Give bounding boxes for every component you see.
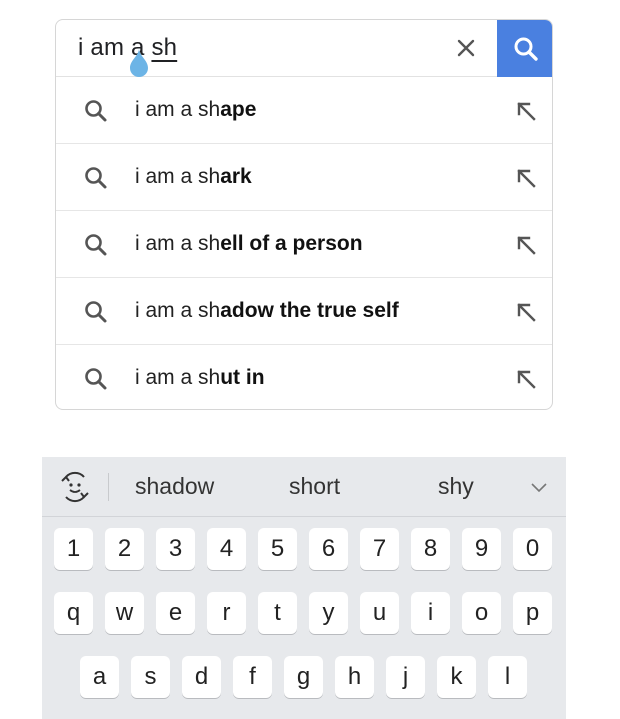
key[interactable]: j bbox=[386, 656, 425, 698]
key[interactable]: t bbox=[258, 592, 297, 634]
suggestion-completion: ark bbox=[220, 165, 252, 188]
key[interactable]: e bbox=[156, 592, 195, 634]
key[interactable]: 1 bbox=[54, 528, 93, 570]
suggestion-completion: ell of a person bbox=[220, 232, 363, 255]
suggestion-item[interactable]: i am a shell of a person bbox=[56, 211, 552, 278]
suggestion-text: i am a shark bbox=[135, 165, 252, 189]
key[interactable]: p bbox=[513, 592, 552, 634]
key[interactable]: d bbox=[182, 656, 221, 698]
key[interactable]: s bbox=[131, 656, 170, 698]
key[interactable]: 6 bbox=[309, 528, 348, 570]
keyboard-suggestion-bar: shadow short shy bbox=[42, 457, 566, 517]
key[interactable]: f bbox=[233, 656, 272, 698]
magnifier-icon bbox=[85, 234, 107, 256]
key[interactable]: 3 bbox=[156, 528, 195, 570]
on-screen-keyboard: shadow short shy 1234567890 qwertyuiop asd… bbox=[42, 457, 566, 719]
key[interactable]: l bbox=[488, 656, 527, 698]
divider bbox=[108, 473, 109, 501]
key[interactable]: w bbox=[105, 592, 144, 634]
key[interactable]: a bbox=[80, 656, 119, 698]
key[interactable]: 2 bbox=[105, 528, 144, 570]
suggestion-completion: ut in bbox=[220, 366, 265, 389]
key[interactable]: 0 bbox=[513, 528, 552, 570]
key[interactable]: 4 bbox=[207, 528, 246, 570]
magnifier-icon bbox=[85, 167, 107, 189]
fill-arrow-icon[interactable] bbox=[514, 300, 538, 324]
suggestion-prefix: i am a sh bbox=[135, 165, 221, 188]
query-composing-text: sh bbox=[151, 34, 178, 61]
suggestion-text: i am a shadow the true self bbox=[135, 299, 399, 323]
suggestion-item[interactable]: i am a shut in bbox=[56, 345, 552, 409]
key[interactable]: o bbox=[462, 592, 501, 634]
word-suggestion-1[interactable]: shadow bbox=[135, 473, 214, 500]
key[interactable]: u bbox=[360, 592, 399, 634]
suggestion-prefix: i am a sh bbox=[135, 366, 221, 389]
magnifier-icon bbox=[85, 100, 107, 122]
suggestion-item[interactable]: i am a shadow the true self bbox=[56, 278, 552, 345]
emoji-switch-icon[interactable] bbox=[58, 471, 92, 503]
search-button[interactable] bbox=[497, 20, 552, 77]
key[interactable]: y bbox=[309, 592, 348, 634]
cursor-handle[interactable] bbox=[128, 48, 150, 78]
clear-button[interactable] bbox=[450, 32, 482, 64]
suggestion-prefix: i am a sh bbox=[135, 299, 221, 322]
suggestion-completion: adow the true self bbox=[220, 299, 399, 322]
key[interactable]: 8 bbox=[411, 528, 450, 570]
key[interactable]: 5 bbox=[258, 528, 297, 570]
key[interactable]: r bbox=[207, 592, 246, 634]
suggestion-prefix: i am a sh bbox=[135, 232, 221, 255]
key[interactable]: 9 bbox=[462, 528, 501, 570]
suggestion-text: i am a shape bbox=[135, 98, 256, 122]
magnifier-icon bbox=[85, 301, 107, 323]
chevron-down-icon[interactable] bbox=[529, 477, 549, 497]
suggestion-completion: ape bbox=[220, 98, 257, 121]
suggestion-item[interactable]: i am a shark bbox=[56, 144, 552, 211]
key[interactable]: q bbox=[54, 592, 93, 634]
word-suggestion-3[interactable]: shy bbox=[438, 473, 474, 500]
key[interactable]: 7 bbox=[360, 528, 399, 570]
magnifier-icon bbox=[85, 368, 107, 390]
word-suggestion-2[interactable]: short bbox=[289, 473, 340, 500]
fill-arrow-icon[interactable] bbox=[514, 233, 538, 257]
fill-arrow-icon[interactable] bbox=[514, 367, 538, 391]
search-icon bbox=[514, 37, 538, 61]
suggestion-text: i am a shut in bbox=[135, 366, 265, 390]
clear-icon bbox=[457, 39, 475, 57]
key[interactable]: h bbox=[335, 656, 374, 698]
key[interactable]: g bbox=[284, 656, 323, 698]
key[interactable]: k bbox=[437, 656, 476, 698]
suggestion-text: i am a shell of a person bbox=[135, 232, 363, 256]
fill-arrow-icon[interactable] bbox=[514, 166, 538, 190]
key[interactable]: i bbox=[411, 592, 450, 634]
suggestion-prefix: i am a sh bbox=[135, 98, 221, 121]
suggestion-item[interactable]: i am a shape bbox=[56, 77, 552, 144]
fill-arrow-icon[interactable] bbox=[514, 99, 538, 123]
